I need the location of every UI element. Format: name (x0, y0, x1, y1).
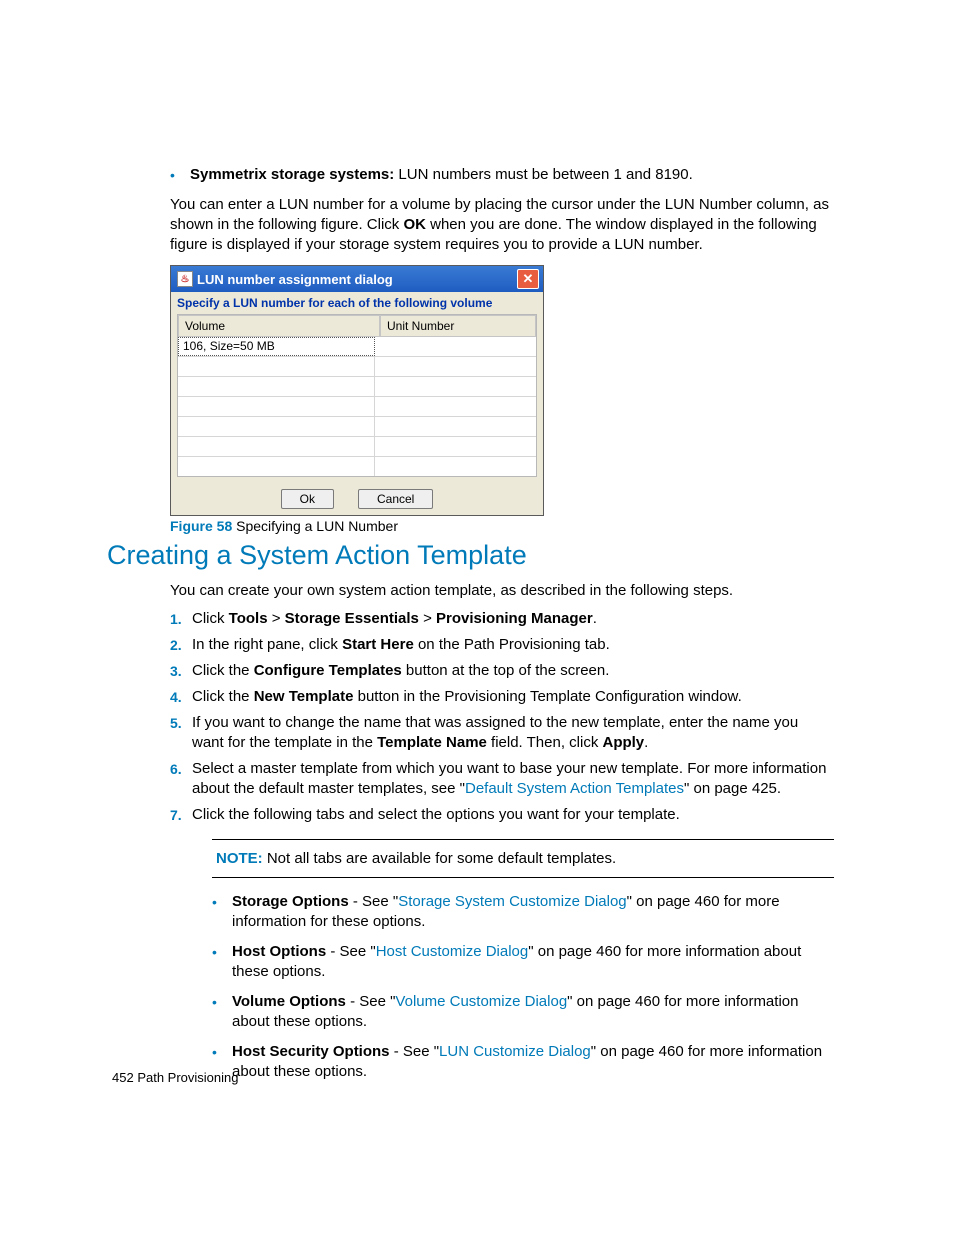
t: - See " (349, 893, 399, 910)
intro-bullet: • Symmetrix storage systems: LUN numbers… (170, 165, 834, 185)
marker: 3. (170, 661, 192, 681)
marker: 5. (170, 713, 192, 753)
table-row[interactable] (178, 377, 536, 397)
figure-label: Figure 58 (170, 518, 232, 534)
lun-dialog: ♨ LUN number assignment dialog ✕ Specify… (170, 265, 544, 516)
options-list: • Storage Options - See "Storage System … (212, 892, 834, 1082)
dialog-subtitle: Specify a LUN number for each of the fol… (171, 292, 543, 310)
bullet-icon: • (212, 892, 232, 932)
table-row[interactable]: 106, Size=50 MB (178, 337, 536, 357)
t: Storage Essentials (285, 610, 419, 627)
close-icon[interactable]: ✕ (517, 269, 539, 289)
t: field. Then, click (487, 734, 603, 751)
t: Storage Options (232, 893, 349, 910)
bullet-icon: • (212, 942, 232, 982)
marker: 2. (170, 635, 192, 655)
t: Host Security Options (232, 1043, 390, 1060)
table-row[interactable] (178, 437, 536, 457)
t: . (644, 734, 648, 751)
note-box: NOTE: Not all tabs are available for som… (212, 839, 834, 878)
bullet-icon: • (212, 992, 232, 1032)
section-intro: You can create your own system action te… (170, 581, 834, 601)
link-storage-dialog[interactable]: Storage System Customize Dialog (398, 893, 626, 910)
t: > (419, 610, 436, 627)
step-5: 5. If you want to change the name that w… (170, 713, 834, 753)
step-3: 3. Click the Configure Templates button … (170, 661, 834, 681)
note-label: NOTE: (216, 850, 263, 867)
col-unit[interactable]: Unit Number (380, 315, 536, 337)
t: Start Here (342, 636, 414, 653)
t: - See " (346, 993, 396, 1010)
dialog-buttons: Ok Cancel (171, 483, 543, 515)
intro-block: • Symmetrix storage systems: LUN numbers… (170, 165, 834, 534)
t: Click the following tabs and select the … (192, 805, 680, 825)
page: • Symmetrix storage systems: LUN numbers… (0, 0, 954, 1235)
marker: 7. (170, 805, 192, 825)
t: . (593, 610, 597, 627)
link-host-dialog[interactable]: Host Customize Dialog (376, 943, 529, 960)
section-heading: Creating a System Action Template (107, 540, 834, 571)
option-host: • Host Options - See "Host Customize Dia… (212, 942, 834, 982)
dialog-titlebar: ♨ LUN number assignment dialog ✕ (171, 266, 543, 292)
t: Template Name (377, 734, 487, 751)
step-2: 2. In the right pane, click Start Here o… (170, 635, 834, 655)
link-volume-dialog[interactable]: Volume Customize Dialog (395, 993, 567, 1010)
ok-button[interactable]: Ok (281, 489, 334, 509)
note-text: Not all tabs are available for some defa… (263, 850, 617, 867)
marker: 4. (170, 687, 192, 707)
marker: 1. (170, 609, 192, 629)
step-7: 7. Click the following tabs and select t… (170, 805, 834, 825)
t: In the right pane, click (192, 636, 342, 653)
t: Host Options (232, 943, 326, 960)
t: Provisioning Manager (436, 610, 593, 627)
t: Configure Templates (254, 662, 402, 679)
cell-volume: 106, Size=50 MB (178, 337, 375, 356)
option-storage: • Storage Options - See "Storage System … (212, 892, 834, 932)
table-row[interactable] (178, 397, 536, 417)
t: New Template (254, 688, 354, 705)
java-icon: ♨ (177, 271, 193, 287)
t: Click the (192, 688, 254, 705)
t: - See " (390, 1043, 440, 1060)
table-row[interactable] (178, 457, 536, 476)
option-host-security: • Host Security Options - See "LUN Custo… (212, 1042, 834, 1082)
bullet-icon: • (170, 165, 190, 185)
link-lun-dialog[interactable]: LUN Customize Dialog (439, 1043, 591, 1060)
dialog-title: LUN number assignment dialog (197, 272, 393, 287)
option-volume: • Volume Options - See "Volume Customize… (212, 992, 834, 1032)
bullet-label: Symmetrix storage systems: (190, 166, 394, 183)
bullet-text: Symmetrix storage systems: LUN numbers m… (190, 165, 834, 185)
t: - See " (326, 943, 376, 960)
col-volume[interactable]: Volume (178, 315, 380, 337)
step-4: 4. Click the New Template button in the … (170, 687, 834, 707)
figure-caption: Figure 58 Specifying a LUN Number (170, 518, 834, 534)
table-row[interactable] (178, 357, 536, 377)
intro-para: You can enter a LUN number for a volume … (170, 195, 834, 255)
page-footer: 452 Path Provisioning (112, 1070, 238, 1085)
marker: 6. (170, 759, 192, 799)
dialog-table: Volume Unit Number 106, Size=50 MB (177, 314, 537, 477)
t: button in the Provisioning Template Conf… (353, 688, 741, 705)
page-number: 452 (112, 1070, 134, 1085)
t: " on page 425. (684, 780, 781, 797)
t: Tools (229, 610, 268, 627)
t: Volume Options (232, 993, 346, 1010)
link-default-templates[interactable]: Default System Action Templates (465, 780, 684, 797)
t: Click the (192, 662, 254, 679)
t: > (268, 610, 285, 627)
t: button at the top of the screen. (402, 662, 610, 679)
table-row[interactable] (178, 417, 536, 437)
bullet-rest: LUN numbers must be between 1 and 8190. (394, 166, 693, 183)
table-header: Volume Unit Number (178, 315, 536, 337)
footer-section: Path Provisioning (134, 1070, 239, 1085)
step-6: 6. Select a master template from which y… (170, 759, 834, 799)
t: Apply (602, 734, 644, 751)
t: Click (192, 610, 229, 627)
figure-text: Specifying a LUN Number (232, 518, 398, 534)
t: OK (403, 216, 426, 233)
step-1: 1. Click Tools > Storage Essentials > Pr… (170, 609, 834, 629)
section-body: You can create your own system action te… (170, 581, 834, 1082)
cancel-button[interactable]: Cancel (358, 489, 433, 509)
t: on the Path Provisioning tab. (414, 636, 610, 653)
